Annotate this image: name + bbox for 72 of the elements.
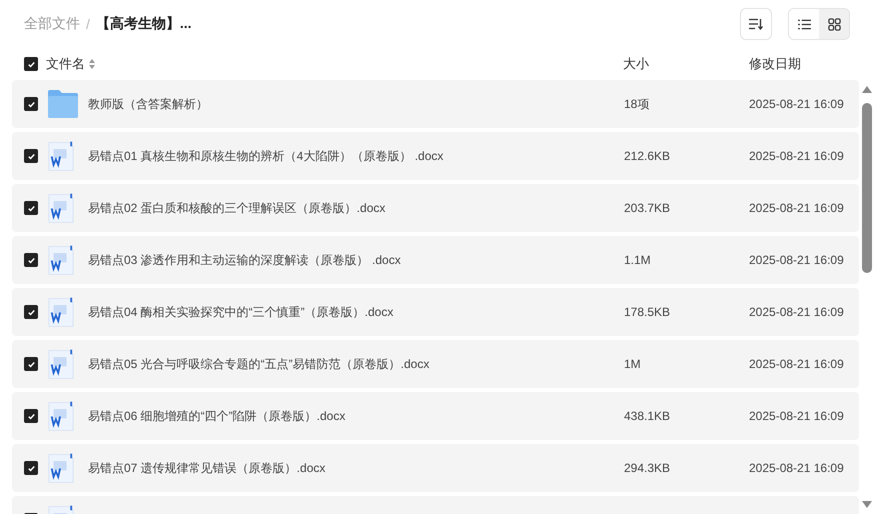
file-size: 438.1KB bbox=[624, 409, 670, 423]
scroll-up-icon[interactable] bbox=[862, 86, 872, 93]
scrollbar-thumb[interactable] bbox=[862, 103, 872, 273]
modified-date: 2025-08-21 16:09 bbox=[749, 357, 844, 371]
modified-date: 2025-08-21 16:09 bbox=[749, 461, 844, 475]
grid-icon bbox=[828, 18, 840, 30]
checkmark-icon bbox=[26, 100, 36, 108]
file-row[interactable]: 易错点04 酶相关实验探究中的“三个慎重”（原卷版）.docx 178.5KB 2025-08-21 16:09 bbox=[12, 288, 859, 336]
modified-date: 2025-08-21 16:09 bbox=[749, 97, 844, 111]
file-name: 易错点02 蛋白质和核酸的三个理解误区（原卷版）.docx bbox=[88, 200, 386, 214]
checkbox[interactable] bbox=[24, 97, 38, 111]
file-name: 易错点07 遗传规律常见错误（原卷版）.docx bbox=[88, 460, 326, 474]
sort-icon bbox=[749, 18, 763, 30]
word-document-icon bbox=[48, 452, 74, 484]
modified-date: 2025-08-21 16:09 bbox=[749, 201, 844, 215]
modified-date: 2025-08-21 16:09 bbox=[749, 409, 844, 423]
file-name: 教师版（含答案解析） bbox=[88, 96, 208, 110]
word-document-icon bbox=[48, 140, 74, 172]
checkbox[interactable] bbox=[24, 357, 38, 371]
file-size: 1.1M bbox=[624, 253, 651, 267]
checkbox[interactable] bbox=[24, 149, 38, 163]
checkmark-icon bbox=[26, 308, 36, 316]
breadcrumb-item: 【高考生物】... bbox=[96, 15, 192, 33]
checkmark-icon bbox=[26, 152, 36, 160]
file-row[interactable]: 易错点07 遗传规律常见错误（原卷版）.docx 294.3KB 2025-08-21 16:09 bbox=[12, 444, 859, 492]
file-row[interactable]: 易错点06 细胞增殖的“四个”陷阱（原卷版）.docx 438.1KB 2025-08-21 16:09 bbox=[12, 392, 859, 440]
column-header[interactable]: 大小 bbox=[623, 55, 749, 73]
file-size: 294.3KB bbox=[624, 461, 670, 475]
checkbox[interactable] bbox=[24, 57, 38, 71]
checkmark-icon bbox=[26, 412, 36, 420]
file-row[interactable]: 易错点05 光合与呼吸综合专题的“五点”易错防范（原卷版）.docx 1M 2025-08-21 16:09 bbox=[12, 340, 859, 388]
checkmark-icon bbox=[26, 360, 36, 368]
checkmark-icon bbox=[26, 256, 36, 264]
word-document-icon bbox=[48, 348, 74, 380]
breadcrumb-separator: / bbox=[86, 16, 90, 32]
checkbox[interactable] bbox=[24, 461, 38, 475]
file-row[interactable]: 教师版（含答案解析） 18项 2025-08-21 16:09 bbox=[12, 80, 859, 128]
word-document-icon bbox=[48, 296, 74, 328]
folder-icon bbox=[48, 90, 78, 118]
word-document-icon bbox=[48, 192, 74, 224]
checkbox[interactable] bbox=[24, 201, 38, 215]
checkbox[interactable] bbox=[24, 253, 38, 267]
checkbox[interactable] bbox=[24, 409, 38, 423]
checkmark-icon bbox=[26, 464, 36, 472]
file-name: 易错点03 渗透作用和主动运输的深度解读（原卷版） .docx bbox=[88, 252, 401, 266]
modified-date: 2025-08-21 16:09 bbox=[749, 149, 844, 163]
file-name: 易错点05 光合与呼吸综合专题的“五点”易错防范（原卷版）.docx bbox=[88, 356, 430, 370]
checkmark-icon bbox=[26, 60, 36, 68]
file-size: 178.5KB bbox=[624, 305, 670, 319]
sort-icon[interactable] bbox=[89, 59, 95, 69]
column-header[interactable]: 文件名 bbox=[46, 55, 85, 73]
word-document-icon bbox=[48, 244, 74, 276]
modified-date: 2025-08-21 16:09 bbox=[749, 305, 844, 319]
checkbox[interactable] bbox=[24, 305, 38, 319]
word-document-icon bbox=[48, 400, 74, 432]
file-size: 212.6KB bbox=[624, 149, 670, 163]
scroll-down-icon[interactable] bbox=[862, 501, 872, 508]
file-size: 18项 bbox=[624, 96, 650, 110]
modified-date: 2025-08-21 16:09 bbox=[749, 253, 844, 267]
file-size: 203.7KB bbox=[624, 201, 670, 215]
file-row[interactable]: 易错点02 蛋白质和核酸的三个理解误区（原卷版）.docx 203.7KB 2025-08-21 16:09 bbox=[12, 184, 859, 232]
list-icon bbox=[798, 18, 810, 30]
file-row[interactable]: 易错点03 渗透作用和主动运输的深度解读（原卷版） .docx 1.1M 2025-08-21 16:09 bbox=[12, 236, 859, 284]
file-row[interactable]: 易错点01 真核生物和原核生物的辨析（4大陷阱）（原卷版） .docx 212.6KB 2025-08-21 16:09 bbox=[12, 132, 859, 180]
sort-button[interactable] bbox=[740, 8, 772, 40]
column-header[interactable]: 修改日期 bbox=[749, 55, 859, 73]
grid-view-button[interactable] bbox=[819, 9, 849, 39]
checkmark-icon bbox=[26, 204, 36, 212]
file-name: 易错点04 酶相关实验探究中的“三个慎重”（原卷版）.docx bbox=[88, 304, 394, 318]
file-name: 易错点01 真核生物和原核生物的辨析（4大陷阱）（原卷版） .docx bbox=[88, 148, 444, 162]
file-name: 易错点06 细胞增殖的“四个”陷阱（原卷版）.docx bbox=[88, 408, 346, 422]
file-size: 1M bbox=[624, 357, 641, 371]
